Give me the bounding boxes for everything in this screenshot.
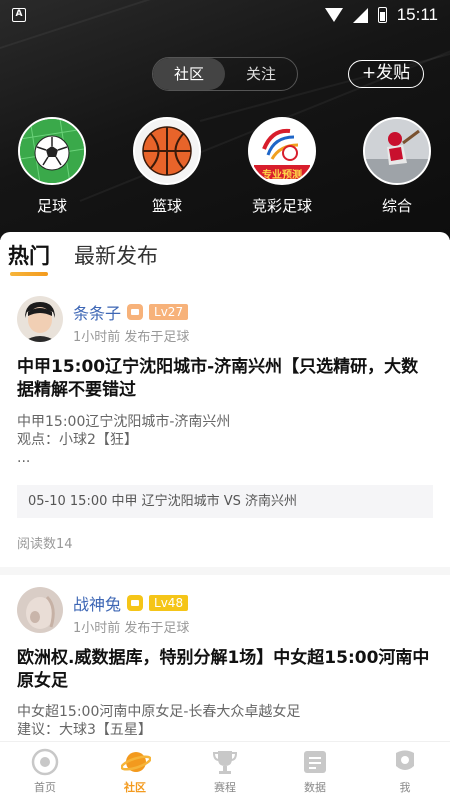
post-meta: 1小时前 发布于足球: [73, 621, 190, 636]
wifi-icon: [324, 8, 343, 22]
category-lottery-soccer[interactable]: 专业预测 竞彩足球: [237, 117, 327, 216]
username[interactable]: 条条子: [73, 300, 121, 324]
nav-label: 首页: [34, 781, 56, 794]
post-body-line: 观点：小球2【狂】: [17, 432, 138, 448]
soccer-ball-icon: [18, 117, 86, 185]
basketball-icon: [133, 117, 201, 185]
read-count: 阅读数14: [17, 537, 73, 552]
post-title[interactable]: 中甲15:00辽宁沈阳城市-济南兴州【只选精研，大数据精解不要错过: [17, 356, 433, 402]
battery-icon: [377, 7, 387, 23]
header-background: A 15:11 社区 关注 +发贴 足球 篮球 专业预测 竞彩足球 综合: [0, 0, 450, 240]
post-body-line: 中甲15:00辽宁沈阳城市-济南兴州: [17, 414, 231, 430]
tab-hot[interactable]: 热门: [8, 240, 50, 270]
username[interactable]: 战神兔: [73, 591, 121, 615]
home-icon: [31, 748, 59, 776]
trophy-icon: [211, 748, 239, 776]
category-basketball[interactable]: 篮球: [122, 117, 212, 216]
tab-follow[interactable]: 关注: [225, 58, 297, 90]
nav-schedule[interactable]: 赛程: [180, 742, 270, 800]
post-body: 中女超15:00河南中原女足-长春大众卓越女足 建议：大球3【五星】: [17, 703, 433, 739]
category-label: 足球: [36, 197, 67, 215]
post-card[interactable]: 战神兔 Lv48 1小时前 发布于足球 欧洲权.威数据库，特别分解1场】中女超1…: [0, 587, 450, 742]
nav-community[interactable]: 社区: [90, 742, 180, 800]
level-badge: Lv27: [149, 304, 189, 320]
nav-label: 社区: [124, 781, 146, 794]
tab-community[interactable]: 社区: [153, 58, 225, 90]
member-badge-icon: [127, 304, 144, 320]
category-general[interactable]: 综合: [352, 117, 442, 216]
lottery-soccer-icon: 专业预测: [248, 117, 316, 185]
new-post-button[interactable]: +发贴: [348, 60, 424, 88]
bottom-navigation: 首页 社区 赛程 数据 我: [0, 741, 450, 800]
status-bar: A 15:11: [0, 0, 450, 32]
nav-home[interactable]: 首页: [0, 742, 90, 800]
post-body-line: 中女超15:00河南中原女足-长春大众卓越女足: [17, 704, 301, 720]
level-badge: Lv48: [149, 595, 189, 611]
match-info[interactable]: 05-10 15:00 中甲 辽宁沈阳城市 VS 济南兴州: [17, 485, 433, 518]
post-meta: 1小时前 发布于足球: [73, 330, 190, 345]
post-card[interactable]: 条条子 Lv27 1小时前 发布于足球 中甲15:00辽宁沈阳城市-济南兴州【只…: [0, 296, 450, 561]
post-body-line: ...: [17, 450, 31, 466]
avatar[interactable]: [17, 587, 63, 633]
post-body: 中甲15:00辽宁沈阳城市-济南兴州 观点：小球2【狂】 ...: [17, 413, 433, 467]
tab-latest[interactable]: 最新发布: [74, 240, 158, 270]
category-label: 综合: [381, 197, 412, 215]
nav-data[interactable]: 数据: [270, 742, 360, 800]
planet-icon: [120, 748, 152, 776]
category-soccer[interactable]: 足球: [7, 117, 97, 216]
signal-icon: [352, 7, 368, 23]
app-notification-icon: A: [12, 8, 26, 22]
nav-me[interactable]: 我: [360, 742, 450, 800]
profile-icon: [391, 748, 419, 776]
nav-label: 赛程: [214, 781, 236, 794]
member-badge-icon: [127, 595, 144, 611]
post-title[interactable]: 欧洲权.威数据库，特别分解1场】中女超15:00河南中原女足: [17, 647, 433, 693]
community-follow-toggle: 社区 关注: [152, 57, 298, 91]
active-tab-indicator: [10, 272, 48, 276]
nav-label: 我: [399, 781, 411, 794]
feed-tabs: 热门 最新发布: [8, 240, 158, 270]
category-label: 竞彩足球: [251, 197, 312, 215]
nav-label: 数据: [304, 781, 326, 794]
post-body-line: 建议：大球3【五星】: [17, 722, 152, 738]
clock: 15:11: [396, 5, 438, 24]
post-divider: [0, 567, 450, 575]
avatar[interactable]: [17, 296, 63, 342]
main-content: 热门 最新发布 条条子 Lv27 1小时前 发布于足球 中甲15:00辽宁沈阳城…: [0, 232, 450, 800]
data-icon: [301, 748, 329, 776]
lottery-logo-text: 专业预测: [262, 170, 302, 181]
general-sports-icon: [363, 117, 431, 185]
category-label: 篮球: [151, 197, 182, 215]
